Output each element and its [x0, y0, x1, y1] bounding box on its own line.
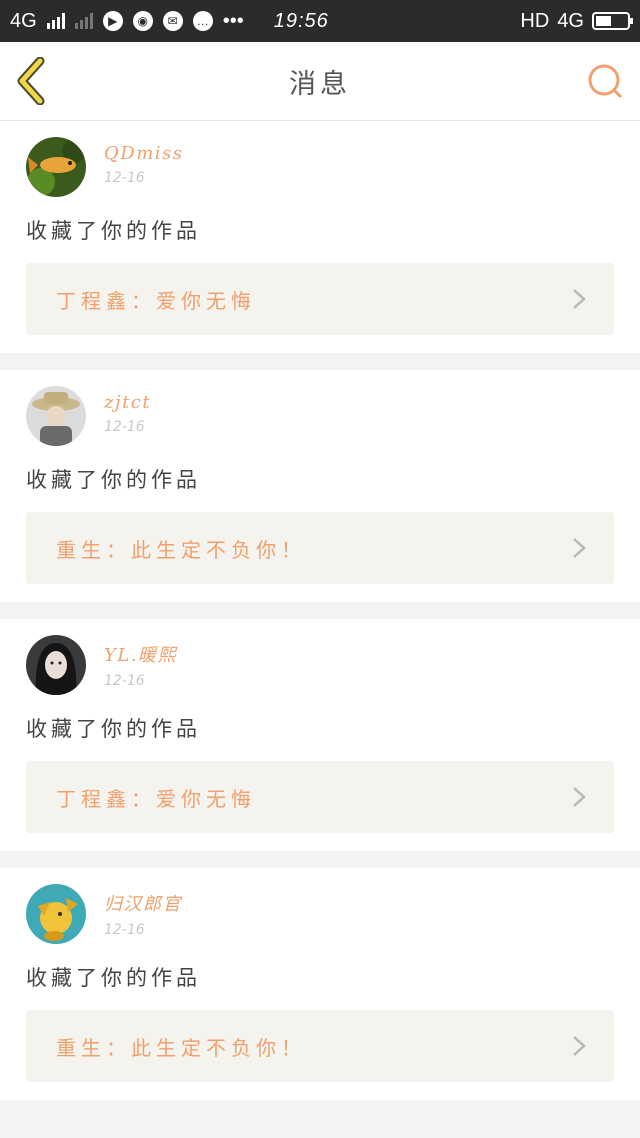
message-card: YL.暖熙 12-16 收藏了你的作品 丁程鑫：爱你无悔	[0, 619, 640, 851]
work-title: 丁程鑫：爱你无悔	[56, 288, 256, 313]
message-date: 12-16	[104, 922, 145, 938]
username[interactable]: QDmiss	[104, 143, 184, 164]
action-text: 收藏了你的作品	[26, 219, 201, 243]
chevron-right-icon	[573, 289, 586, 309]
user-row: 归汉郎官 12-16	[26, 884, 614, 946]
battery-icon	[592, 12, 633, 30]
user-row: QDmiss 12-16	[26, 137, 614, 199]
username[interactable]: zjtct	[104, 392, 151, 413]
username[interactable]: YL.暖熙	[104, 641, 177, 667]
page-title: 消息	[289, 68, 351, 100]
battery-fill	[596, 16, 611, 26]
browser-app-icon: ◉	[132, 11, 153, 31]
work-link[interactable]: 丁程鑫：爱你无悔	[26, 761, 614, 833]
network-type-right: 4G	[557, 9, 584, 32]
header: 消息	[0, 42, 640, 121]
message-date: 12-16	[104, 419, 145, 435]
message-card: QDmiss 12-16 收藏了你的作品 丁程鑫：爱你无悔	[0, 121, 640, 353]
status-right: HD 4G	[520, 9, 633, 33]
user-row: YL.暖熙 12-16	[26, 635, 614, 697]
user-meta: YL.暖熙 12-16	[104, 635, 177, 689]
message-card: 归汉郎官 12-16 收藏了你的作品 重生：此生定不负你！	[0, 868, 640, 1100]
action-text: 收藏了你的作品	[26, 966, 201, 990]
search-icon[interactable]	[586, 62, 624, 100]
work-title: 重生：此生定不负你！	[56, 537, 306, 562]
chevron-right-icon	[573, 787, 586, 807]
wechat-icon: ✉	[162, 11, 183, 31]
message-list: QDmiss 12-16 收藏了你的作品 丁程鑫：爱你无悔 zjtct 12-1…	[0, 121, 640, 1100]
girl-avatar[interactable]	[26, 635, 86, 695]
action-text: 收藏了你的作品	[26, 717, 201, 741]
signal-secondary-icon	[74, 13, 93, 29]
hd-label: HD	[520, 9, 550, 32]
user-meta: QDmiss 12-16	[104, 137, 184, 186]
username[interactable]: 归汉郎官	[104, 890, 182, 916]
clock: 19:56	[273, 9, 329, 32]
network-type-left: 4G	[10, 9, 37, 32]
goldfish-avatar[interactable]	[26, 137, 86, 197]
video-app-icon: ▶	[102, 11, 123, 31]
message-date: 12-16	[104, 170, 145, 186]
chevron-right-icon	[573, 1036, 586, 1056]
work-title: 丁程鑫：爱你无悔	[56, 786, 256, 811]
message-date: 12-16	[104, 673, 145, 689]
message-card: zjtct 12-16 收藏了你的作品 重生：此生定不负你！	[0, 370, 640, 602]
more-notifications-icon: •••	[222, 9, 244, 32]
work-link[interactable]: 重生：此生定不负你！	[26, 512, 614, 584]
status-left: 4G ▶ ◉ ✉ … •••	[10, 10, 244, 33]
action-text: 收藏了你的作品	[26, 468, 201, 492]
work-title: 重生：此生定不负你！	[56, 1035, 306, 1060]
user-meta: zjtct 12-16	[104, 386, 151, 435]
back-arrow-icon[interactable]	[14, 57, 54, 105]
yellow-dragon-avatar[interactable]	[26, 884, 86, 944]
message-bubble-icon: …	[192, 11, 213, 31]
signal-icon	[46, 13, 65, 29]
work-link[interactable]: 重生：此生定不负你！	[26, 1010, 614, 1082]
hat-person-avatar[interactable]	[26, 386, 86, 446]
status-bar: 4G ▶ ◉ ✉ … ••• 19:56 HD 4G	[0, 0, 640, 42]
user-meta: 归汉郎官 12-16	[104, 884, 182, 938]
chevron-right-icon	[573, 538, 586, 558]
user-row: zjtct 12-16	[26, 386, 614, 448]
work-link[interactable]: 丁程鑫：爱你无悔	[26, 263, 614, 335]
